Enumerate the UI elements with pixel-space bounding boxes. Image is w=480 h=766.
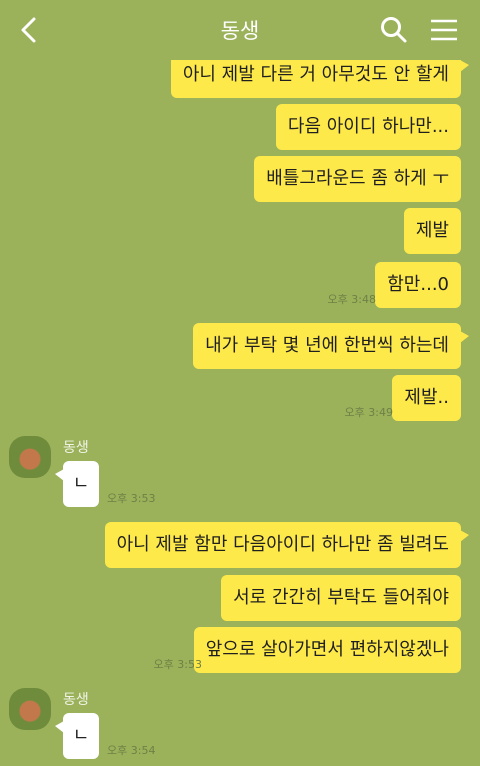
sent-message[interactable]: 함만...0 [375,262,461,308]
sent-message[interactable]: 내가 부탁 몇 년에 한번씩 하는데 [193,323,469,369]
message-timestamp: 오후 3:54 [107,744,156,757]
sent-message[interactable]: 서로 간간히 부탁도 들어줘야 [221,575,461,621]
hamburger-menu-icon[interactable] [428,14,460,46]
sent-message[interactable]: 배틀그라운드 좀 하게 ㅜ [254,156,461,202]
avatar[interactable] [9,436,51,478]
avatar[interactable] [9,688,51,730]
received-message[interactable]: ㄴ [55,713,99,759]
sent-message[interactable]: 다음 아이디 하나만... [275,104,461,150]
sent-message[interactable]: 앞으로 살아가면서 편하지않겠나 [193,627,461,673]
search-icon[interactable] [378,14,410,46]
received-message[interactable]: ㄴ [55,461,99,507]
sent-message[interactable]: 제발.. [392,375,461,421]
chat-header: 동생 [0,0,480,60]
sent-message[interactable]: 아니 제발 함만 다음아이디 하나만 좀 빌려도 [104,522,470,568]
message-timestamp: 오후 3:53 [107,492,156,505]
message-timestamp: 오후 3:49 [344,406,393,419]
message-timestamp: 오후 3:53 [153,658,202,671]
message-timestamp: 오후 3:48 [327,293,376,306]
sender-name: 동생 [63,440,89,456]
sent-message[interactable]: 제발 [403,208,461,254]
sender-name: 동생 [63,692,89,708]
